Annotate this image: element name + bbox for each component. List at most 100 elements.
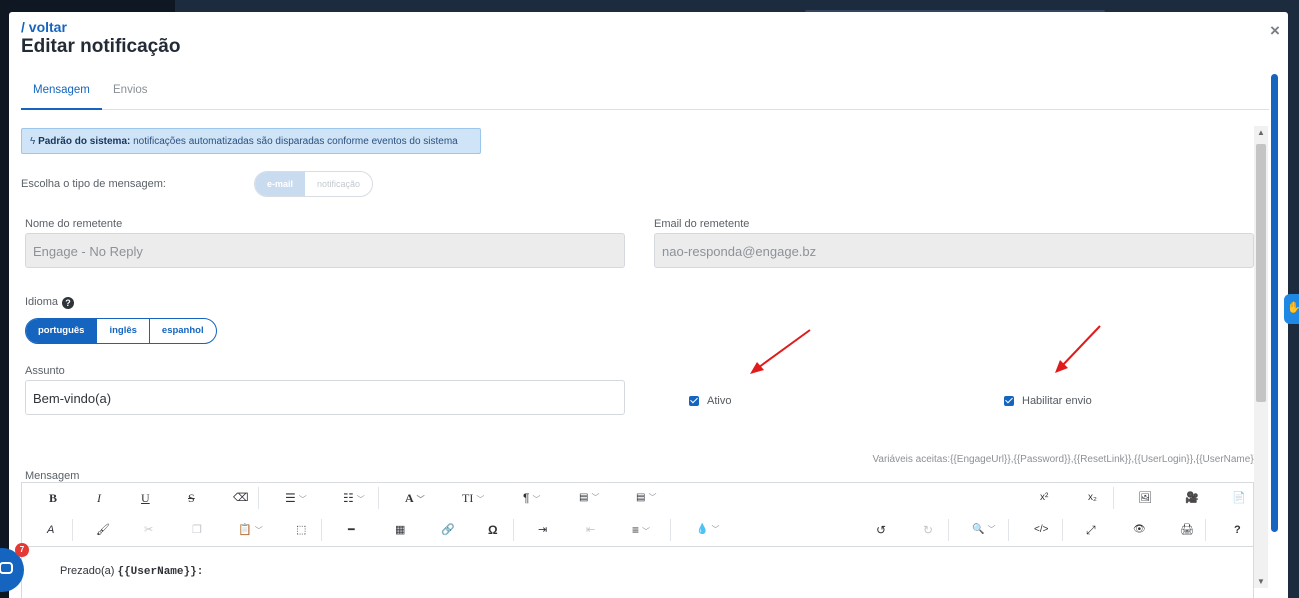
system-default-info-banner: ϟ Padrão do sistema: notificações automa… xyxy=(21,128,481,154)
editor-content[interactable]: Prezado(a) {{UserName}}: xyxy=(60,565,203,578)
sender-name-label: Nome do remetente xyxy=(25,218,123,230)
active-checkbox[interactable] xyxy=(689,396,699,406)
insert-table-icon[interactable]: ▦ xyxy=(395,521,405,539)
unordered-list-icon[interactable]: ☰ ﹀ xyxy=(285,489,307,507)
paragraph-format-icon[interactable]: ¶ ﹀ xyxy=(523,489,540,507)
cut-icon[interactable]: ✂ xyxy=(144,521,153,539)
toolbar-separator xyxy=(948,519,949,541)
tab-sends[interactable]: Envios xyxy=(113,84,148,110)
back-link[interactable]: / voltar xyxy=(21,19,67,35)
superscript-button[interactable]: x² xyxy=(1040,489,1048,507)
bold-button[interactable]: B xyxy=(49,489,57,507)
sender-email-field[interactable]: nao-responda@engage.bz xyxy=(654,233,1254,268)
paste-glyph: 📋 xyxy=(238,524,252,536)
paragraph-style-icon[interactable]: ▤ ﹀ xyxy=(579,489,599,507)
toolbar-separator xyxy=(1008,519,1009,541)
insert-image-icon[interactable]: 🖼 xyxy=(1138,489,1152,507)
close-icon[interactable]: × xyxy=(1268,22,1282,39)
select-all-icon[interactable]: ⬚ xyxy=(296,521,306,539)
toolbar-separator xyxy=(513,519,514,541)
outdent-icon[interactable]: ⇤ xyxy=(586,521,595,539)
copy-icon[interactable]: ❐ xyxy=(192,521,202,539)
scroll-thumb[interactable] xyxy=(1256,144,1266,402)
scroll-down-icon[interactable]: ▼ xyxy=(1257,577,1265,586)
font-size-glyph: TI xyxy=(462,491,474,505)
modal-scrollbar[interactable] xyxy=(1271,74,1278,532)
subject-label: Assunto xyxy=(25,365,65,377)
insert-video-icon[interactable]: 🎥 xyxy=(1185,489,1199,507)
underline-button[interactable]: U xyxy=(141,489,150,507)
language-label-wrap: Idioma? xyxy=(25,296,75,309)
language-spanish-option[interactable]: espanhol xyxy=(148,319,216,343)
help-icon[interactable]: ? xyxy=(62,297,75,309)
editor-toolbar-row-1: B I U S ⌫ ☰ ﹀ ☷ ﹀ A ﹀ TI ﹀ ¶ ﹀ ▤ ﹀ ▤ ﹀ x² x₂ xyxy=(22,483,1253,513)
message-label: Mensagem xyxy=(25,470,80,482)
toolbar-separator xyxy=(321,519,322,541)
editor-toolbar: B I U S ⌫ ☰ ﹀ ☷ ﹀ A ﹀ TI ﹀ ¶ ﹀ ▤ ﹀ ▤ ﹀ x² x₂ xyxy=(22,483,1253,547)
tab-message[interactable]: Mensagem xyxy=(21,84,102,110)
paste-icon[interactable]: 📋 ﹀ xyxy=(238,521,263,539)
editor-text: Prezado(a) xyxy=(60,565,118,577)
line-height-icon[interactable]: ▤ ﹀ xyxy=(636,489,656,507)
text-color-icon[interactable]: A xyxy=(47,521,54,539)
hand-icon: ✋ xyxy=(1287,302,1299,314)
chat-icon xyxy=(0,562,13,574)
find-replace-glyph: 🔍 xyxy=(972,524,985,535)
italic-button[interactable]: I xyxy=(97,489,101,507)
preview-icon[interactable]: 👁 xyxy=(1133,521,1146,539)
message-type-label: Escolha o tipo de mensagem: xyxy=(21,178,166,190)
paint-format-icon[interactable]: 🖌 xyxy=(96,521,110,539)
ordered-list-glyph: ☷ xyxy=(343,491,354,505)
fullscreen-icon[interactable]: ⤢ xyxy=(1086,521,1096,539)
insert-file-icon[interactable]: 📄 xyxy=(1232,489,1246,507)
fill-color-glyph: 💧 xyxy=(696,524,709,535)
ordered-list-icon[interactable]: ☷ ﹀ xyxy=(343,489,365,507)
subject-field[interactable]: Bem-vindo(a) xyxy=(25,380,625,415)
sender-name-field[interactable]: Engage - No Reply xyxy=(25,233,625,268)
eraser-icon[interactable]: ⌫ xyxy=(233,489,249,507)
unordered-list-glyph: ☰ xyxy=(285,491,296,505)
insert-link-icon[interactable]: 🔗 xyxy=(441,521,455,539)
language-toggle: português inglês espanhol xyxy=(25,318,217,344)
subscript-button[interactable]: x₂ xyxy=(1088,489,1097,507)
font-family-glyph: A xyxy=(405,491,414,505)
paragraph-style-glyph: ▤ xyxy=(579,492,589,503)
annotation-arrow-enable-send xyxy=(1055,325,1101,373)
enable-send-checkbox[interactable] xyxy=(1004,396,1014,406)
enable-send-checkbox-row: Habilitar envio xyxy=(1004,395,1092,407)
message-type-toggle: e-mail notificação xyxy=(254,171,374,197)
redo-icon[interactable]: ↻ xyxy=(923,521,933,539)
horizontal-rule-icon[interactable]: ━ xyxy=(348,521,355,539)
font-size-icon[interactable]: TI ﹀ xyxy=(462,489,484,507)
info-text: notificações automatizadas são disparada… xyxy=(130,136,458,147)
rich-text-editor: B I U S ⌫ ☰ ﹀ ☷ ﹀ A ﹀ TI ﹀ ¶ ﹀ ▤ ﹀ ▤ ﹀ x² x₂ xyxy=(21,482,1254,598)
align-icon[interactable]: ≡ ﹀ xyxy=(632,521,650,539)
undo-icon[interactable]: ↺ xyxy=(876,521,886,539)
lightning-icon: ϟ xyxy=(30,136,39,147)
fill-color-icon[interactable]: 💧 ﹀ xyxy=(696,521,719,539)
special-chars-icon[interactable]: Ω xyxy=(488,521,498,539)
strikethrough-button[interactable]: S xyxy=(188,489,195,507)
editor-help-icon[interactable]: ? xyxy=(1234,521,1241,539)
font-family-icon[interactable]: A ﹀ xyxy=(405,489,425,507)
code-view-icon[interactable]: </> xyxy=(1034,521,1048,539)
line-height-glyph: ▤ xyxy=(636,492,646,503)
print-icon[interactable]: 🖨 xyxy=(1180,521,1194,539)
info-bold: Padrão do sistema: xyxy=(38,136,131,147)
accessibility-tab[interactable]: ✋ xyxy=(1284,294,1299,324)
sender-email-label: Email do remetente xyxy=(654,218,750,230)
language-english-option[interactable]: inglês xyxy=(96,319,148,343)
indent-icon[interactable]: ⇥ xyxy=(538,521,547,539)
editor-variable: {{UserName}}: xyxy=(117,566,204,578)
content-scrollbar[interactable]: ▲ ▼ xyxy=(1254,126,1268,588)
scroll-up-icon[interactable]: ▲ xyxy=(1257,128,1265,137)
toolbar-separator xyxy=(670,519,671,541)
find-replace-icon[interactable]: 🔍 ﹀ xyxy=(972,521,995,539)
message-type-notification-option[interactable]: notificação xyxy=(305,172,372,196)
language-portuguese-option[interactable]: português xyxy=(26,319,97,343)
message-type-email-option[interactable]: e-mail xyxy=(255,172,306,196)
chat-badge: 7 xyxy=(15,543,29,557)
toolbar-separator xyxy=(72,519,73,541)
toolbar-separator xyxy=(258,487,259,509)
tab-bar: Mensagem Envios xyxy=(21,78,1269,110)
